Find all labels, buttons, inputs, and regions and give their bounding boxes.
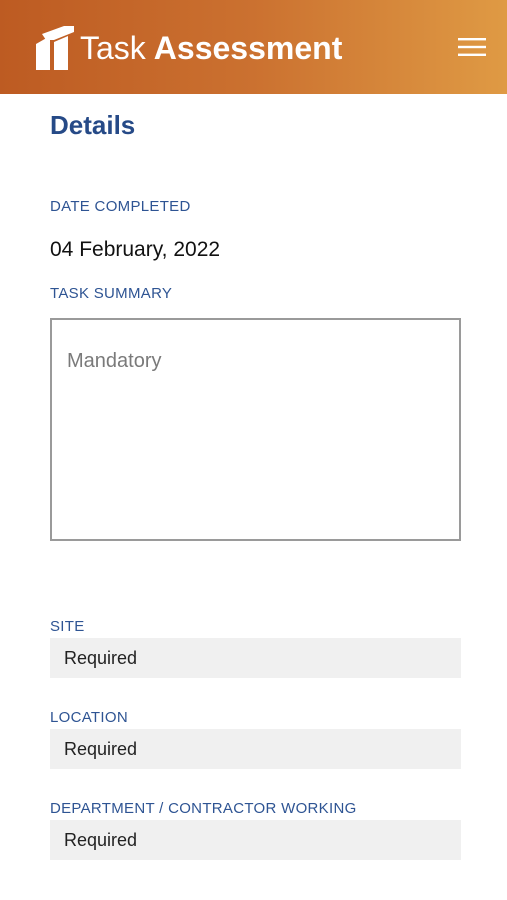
app-title-light: Task bbox=[80, 30, 146, 66]
date-completed-value[interactable]: 04 February, 2022 bbox=[50, 238, 220, 262]
app-title: Task Assessment bbox=[80, 24, 342, 72]
task-assessment-screen: Task Assessment Details DATE COMPLETED 04… bbox=[0, 0, 507, 900]
site-label: SITE bbox=[50, 618, 85, 635]
date-completed-label: DATE COMPLETED bbox=[50, 198, 191, 215]
location-value: Required bbox=[64, 738, 138, 759]
building-logo-icon bbox=[36, 26, 74, 70]
department-value: Required bbox=[64, 829, 138, 850]
app-logo: Task Assessment bbox=[34, 24, 342, 72]
task-summary-label: TASK SUMMARY bbox=[50, 285, 173, 302]
location-label: LOCATION bbox=[50, 709, 128, 726]
site-select[interactable]: Required bbox=[50, 638, 461, 678]
task-summary-input[interactable] bbox=[50, 318, 461, 541]
menu-button[interactable] bbox=[452, 30, 492, 64]
app-header: Task Assessment bbox=[0, 0, 507, 94]
details-heading: Details bbox=[50, 110, 136, 140]
site-value: Required bbox=[64, 647, 138, 668]
app-title-bold: Assessment bbox=[153, 30, 343, 66]
hamburger-menu-icon bbox=[458, 38, 486, 56]
location-select[interactable]: Required bbox=[50, 729, 461, 769]
department-label: DEPARTMENT / CONTRACTOR WORKING bbox=[50, 800, 357, 817]
department-select[interactable]: Required bbox=[50, 820, 461, 860]
